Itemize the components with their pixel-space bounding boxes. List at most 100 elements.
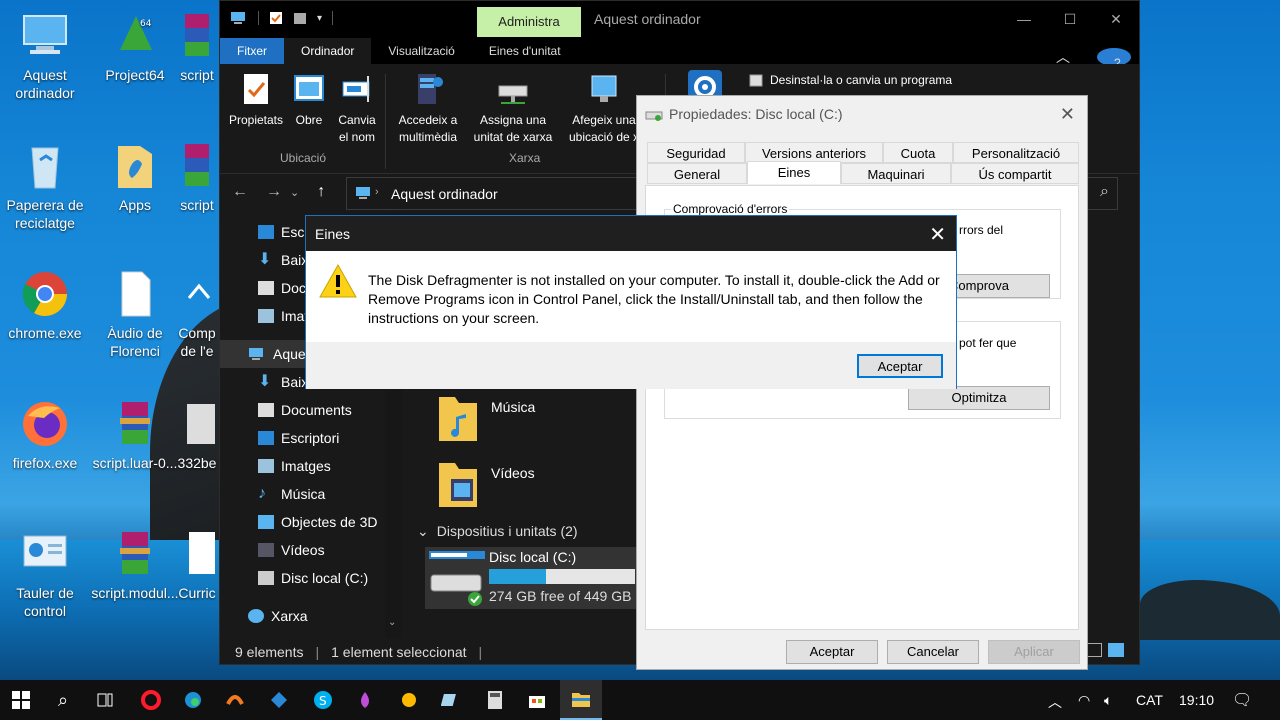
desktop-icon-control-panel[interactable]: Tauler de control	[0, 528, 90, 620]
wifi-icon[interactable]: ◠	[1078, 692, 1090, 709]
group-text: rrors del	[959, 223, 1004, 237]
aceptar-button[interactable]: Aceptar	[786, 640, 878, 664]
minimize-icon[interactable]: —	[1001, 1, 1047, 37]
optimitza-button[interactable]: Optimitza	[908, 386, 1050, 410]
cancelar-button[interactable]: Cancelar	[887, 640, 979, 664]
desktop-icon-firefox[interactable]: firefox.exe	[0, 398, 90, 472]
desktop-icon-recycle-bin[interactable]: Paperera de reciclatge	[0, 140, 90, 232]
devices-group-header[interactable]: ⌄ Dispositius i unitats (2)	[417, 523, 578, 540]
taskbar-store[interactable]	[516, 680, 558, 720]
taskbar-skype[interactable]: S	[302, 680, 344, 720]
recent-locations-icon[interactable]: ⌄	[290, 186, 299, 201]
propietats-button[interactable]: Propietats	[224, 72, 288, 129]
desktop-icon-apps[interactable]: Apps	[90, 140, 180, 214]
nav-item-documents-quick[interactable]: Doc	[258, 274, 306, 302]
accedeix-multimedia-button[interactable]: Accedeix a multimèdia	[390, 72, 466, 146]
back-icon[interactable]: ←	[232, 183, 248, 201]
nav-item-videos[interactable]: Vídeos	[258, 536, 325, 564]
volume-icon[interactable]: 🔈︎	[1104, 692, 1112, 709]
tab-maquinari[interactable]: Maquinari	[841, 163, 951, 184]
dialog-title: Eines	[315, 226, 351, 242]
search-button[interactable]: ⌕	[42, 680, 84, 720]
desktop-icon-comp[interactable]: Comp de l'e	[175, 268, 219, 360]
properties-check-icon[interactable]	[269, 11, 283, 25]
desktop-icon-script[interactable]: script	[175, 10, 219, 84]
close-icon[interactable]: ✕	[929, 222, 946, 247]
explorer-titlebar[interactable]: ▾ Administra Aquest ordinador — ☐ ✕	[220, 1, 1139, 37]
desktop-icon-script-2[interactable]: script	[175, 140, 219, 214]
desktop-icon-chrome[interactable]: chrome.exe	[0, 268, 90, 342]
nav-item-musica[interactable]: ♪ Música	[258, 480, 325, 508]
nav-item-objectes-3d[interactable]: Objectes de 3D	[258, 508, 378, 536]
tab-seguridad[interactable]: Seguridad	[647, 142, 745, 163]
nav-item-baixades[interactable]: ⬇ Baix	[258, 368, 308, 396]
large-icons-view-icon[interactable]	[1108, 643, 1124, 657]
desktop-icon-this-pc[interactable]: Aquest ordinador	[0, 10, 90, 102]
taskbar-app-7[interactable]	[388, 680, 430, 720]
tab-visualitzacio[interactable]: Visualització	[371, 38, 471, 64]
tab-fitxer[interactable]: Fitxer	[220, 38, 284, 64]
taskbar-file-explorer[interactable]	[560, 680, 602, 720]
clock[interactable]: 19:10	[1179, 692, 1214, 708]
language-indicator[interactable]: CAT	[1136, 692, 1163, 708]
afegeix-ubicacio-button[interactable]: Afegeix una ubicació de x	[560, 72, 648, 146]
image-icon	[175, 398, 219, 450]
taskbar-app-4[interactable]	[258, 680, 300, 720]
scroll-down-icon[interactable]: ⌄	[388, 617, 396, 628]
tab-general[interactable]: General	[647, 163, 747, 184]
canvia-nom-button[interactable]: Canvia el nom	[332, 72, 382, 146]
nav-item-documents[interactable]: Documents	[258, 396, 352, 424]
tab-ordinador[interactable]: Ordinador	[284, 38, 372, 64]
assigna-unitat-xarxa-button[interactable]: Assigna una unitat de xarxa	[466, 72, 560, 146]
status-selected: 1 element seleccionat	[331, 644, 467, 660]
obre-button[interactable]: Obre	[288, 72, 330, 129]
desktop-icon-audio[interactable]: Àudio de Florenci	[90, 268, 180, 360]
start-button[interactable]	[0, 680, 42, 720]
nav-item-baixades-quick[interactable]: ⬇ Baix	[258, 246, 308, 274]
maximize-icon[interactable]: ☐	[1047, 1, 1093, 37]
desktop-icon-332be[interactable]: 332be	[175, 398, 219, 472]
nav-item-imatges[interactable]: Imatges	[258, 452, 331, 480]
chevron-up-icon[interactable]: ︿	[1048, 692, 1062, 712]
task-view-button[interactable]	[84, 680, 126, 720]
taskbar-app-6[interactable]	[344, 680, 386, 720]
tab-eines-unitat[interactable]: Eines d'unitat	[472, 38, 578, 64]
desinstal-button[interactable]: Desinstal·la o canvia un programa	[748, 72, 952, 88]
nav-item-escriptori-quick[interactable]: Escri	[258, 218, 312, 246]
taskbar-calculator[interactable]	[474, 680, 516, 720]
close-icon[interactable]: ✕	[1093, 1, 1139, 37]
breadcrumb-chevron-icon[interactable]: ›	[375, 186, 379, 198]
tab-us-compartit[interactable]: Ús compartit	[951, 163, 1079, 184]
tab-cuota[interactable]: Cuota	[883, 142, 953, 163]
close-icon[interactable]: ✕	[1060, 104, 1075, 125]
desktop-icon-script-luar[interactable]: script.luar-0...	[90, 398, 180, 472]
nav-item-imatges-quick[interactable]: Imat	[258, 302, 308, 330]
desktop-icon-curric[interactable]: Curric	[175, 528, 219, 602]
tab-eines[interactable]: Eines	[747, 161, 841, 184]
notifications-icon[interactable]: 🗨︎	[1232, 690, 1252, 710]
context-tab-administra[interactable]: Administra	[477, 7, 581, 37]
customize-qa-icon[interactable]: ▾	[317, 13, 322, 24]
taskbar-edge[interactable]	[172, 680, 214, 720]
eines-dialog[interactable]: Eines ✕ The Disk Defragmenter is not ins…	[305, 215, 957, 389]
details-view-icon[interactable]	[1086, 643, 1102, 657]
taskbar-app-3[interactable]	[214, 680, 256, 720]
nav-item-xarxa[interactable]: Xarxa	[248, 602, 308, 630]
drive-c-tile[interactable]: Disc local (C:) 274 GB free of 449 GB	[425, 547, 637, 609]
nav-item-disc-local[interactable]: Disc local (C:)	[258, 564, 368, 592]
taskbar-app-8[interactable]	[430, 680, 472, 720]
forward-icon[interactable]: →	[266, 183, 282, 201]
aplicar-button[interactable]: Aplicar	[988, 640, 1080, 664]
search-icon[interactable]: ⌕	[1100, 183, 1109, 201]
tab-personalitzacio[interactable]: Personalització	[953, 142, 1079, 163]
new-folder-icon[interactable]	[293, 11, 307, 25]
nav-label: Vídeos	[281, 542, 325, 558]
nav-item-escriptori[interactable]: Escriptori	[258, 424, 339, 452]
up-icon[interactable]: ↑	[317, 183, 325, 201]
tab-versions-anteriors[interactable]: Versions anteriors	[745, 142, 883, 163]
desktop-icon-project64[interactable]: 64 Project64	[90, 10, 180, 84]
desktop-icon-label: Paperera de reciclatge	[6, 197, 84, 231]
desktop-icon-script-modul[interactable]: script.modul...	[90, 528, 180, 602]
taskbar-opera[interactable]	[130, 680, 172, 720]
ok-button[interactable]: Aceptar	[857, 354, 943, 378]
